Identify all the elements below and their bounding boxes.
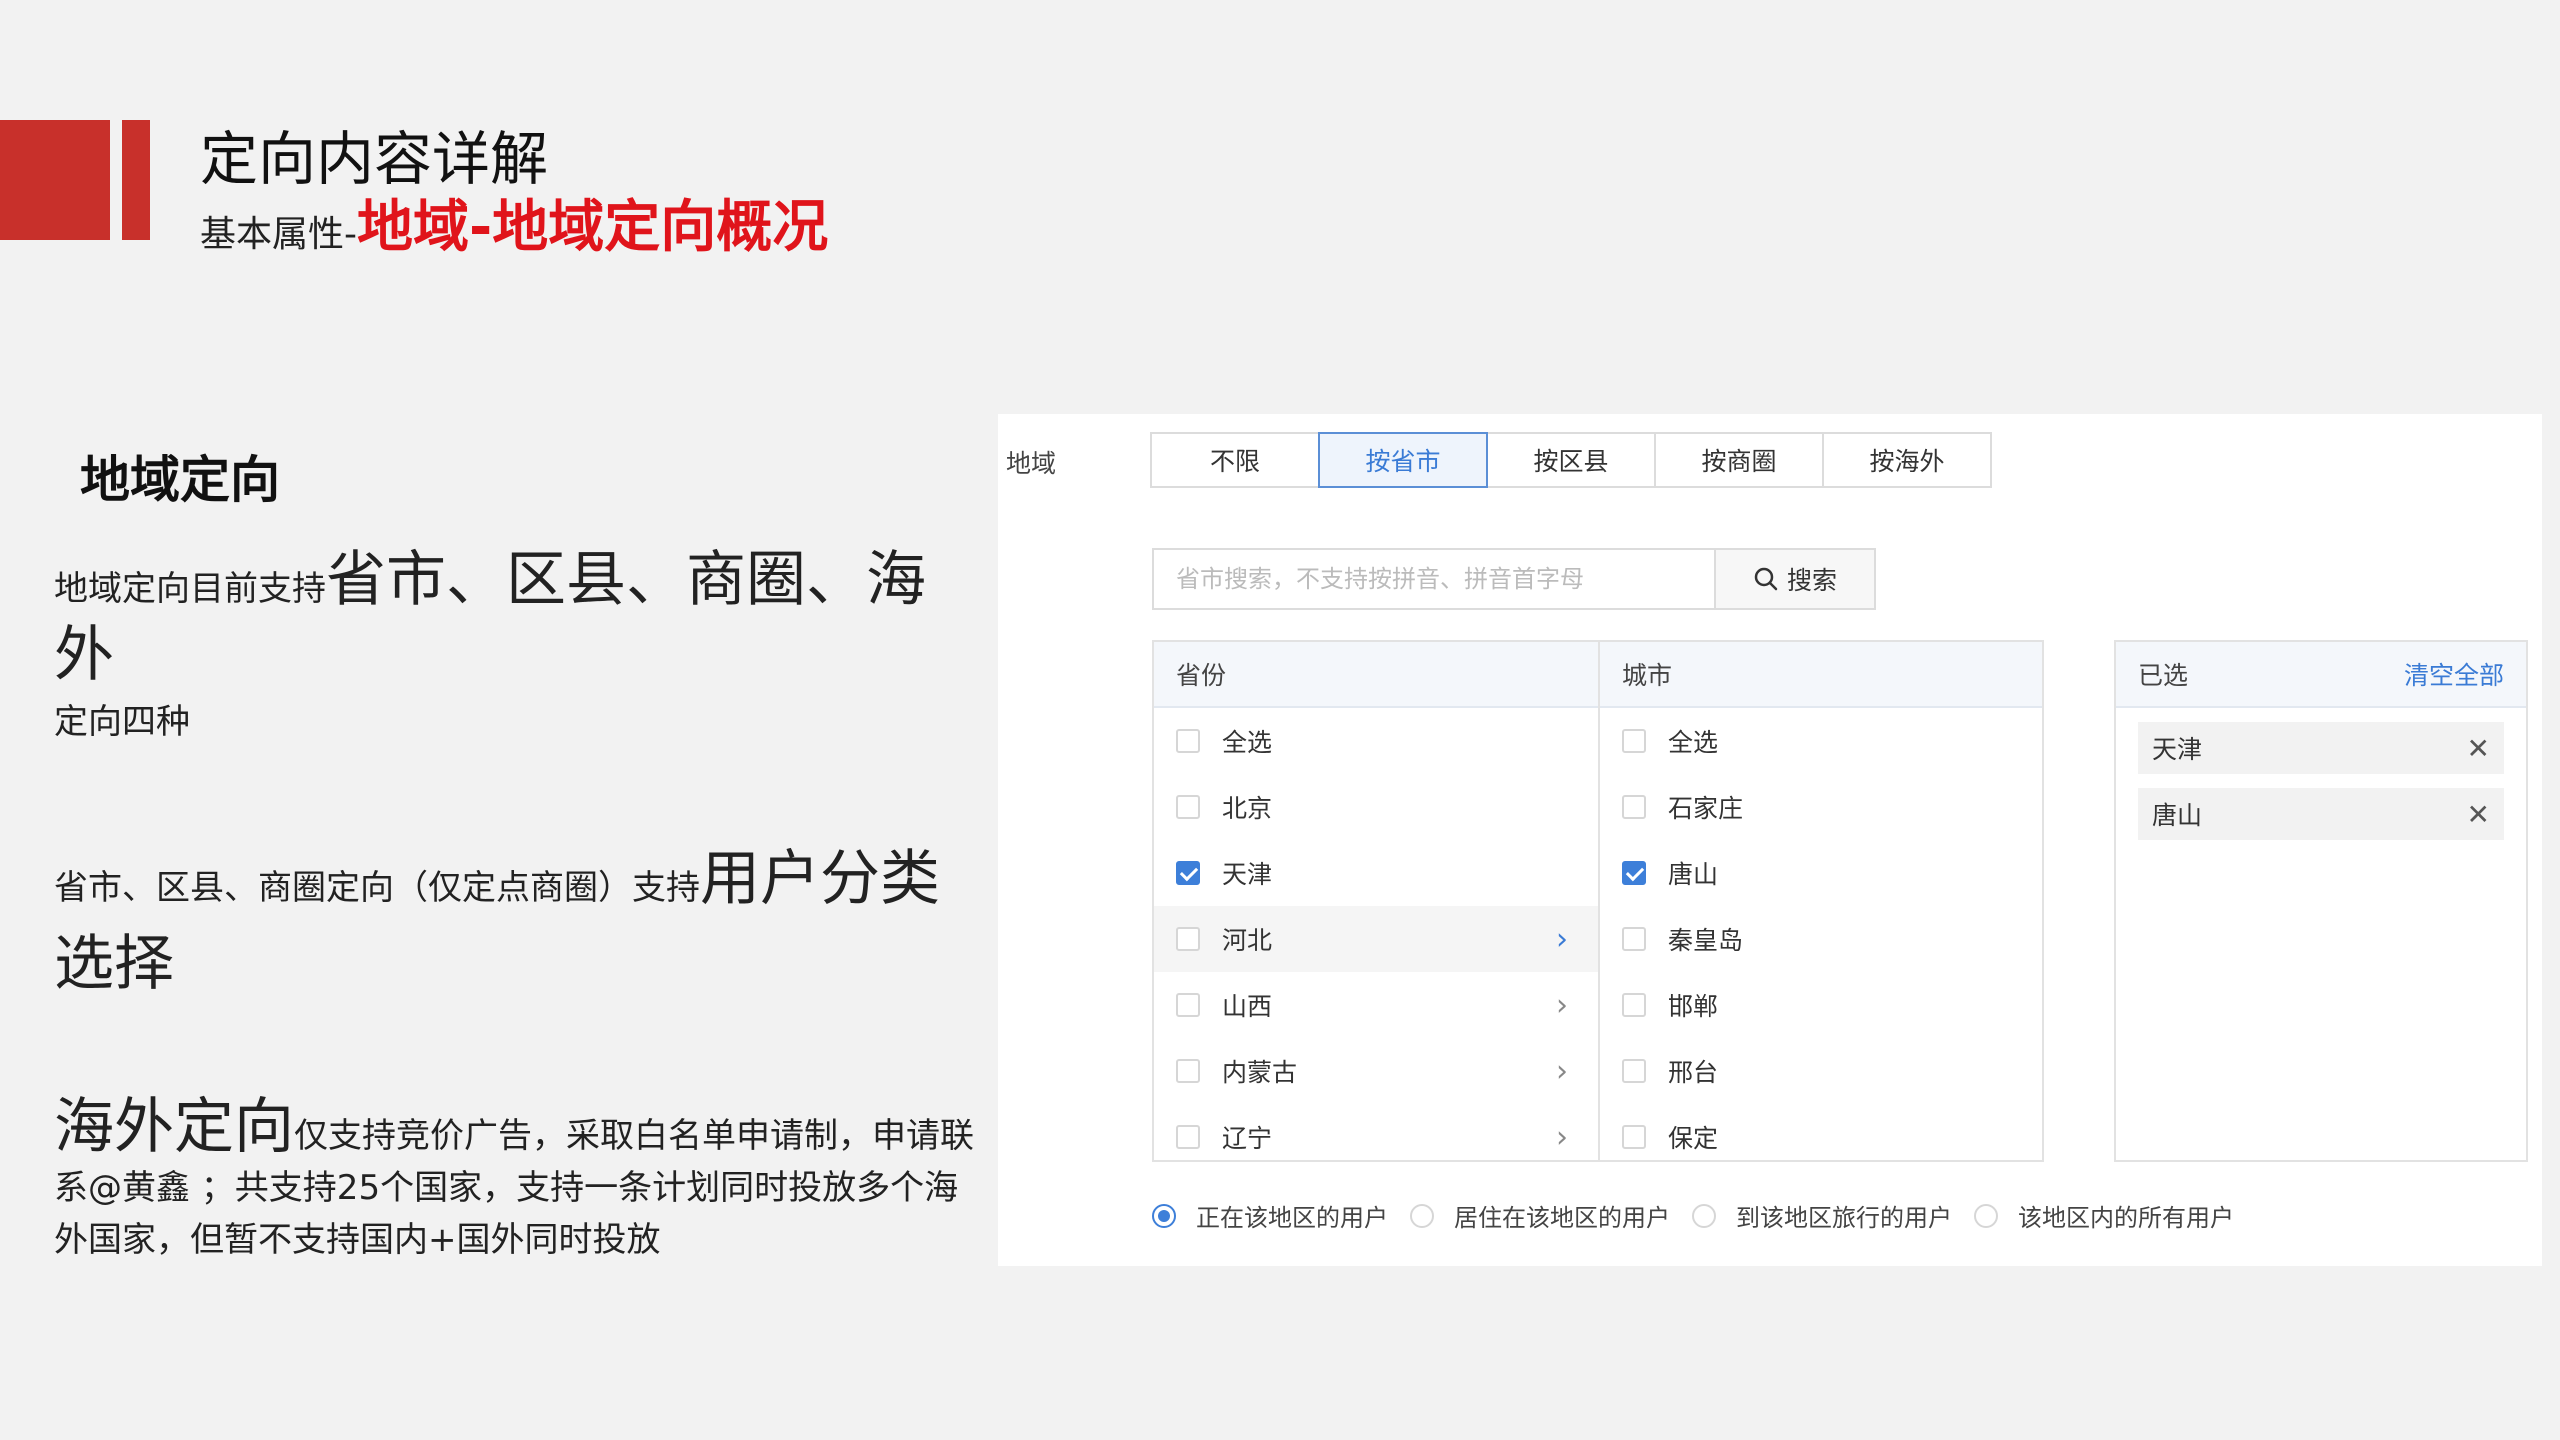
city-row[interactable]: 邯郸 bbox=[1600, 972, 2042, 1038]
province-row[interactable]: 北京 bbox=[1154, 774, 1598, 840]
tab-unlimited[interactable]: 不限 bbox=[1150, 432, 1320, 488]
tab-by-province-city[interactable]: 按省市 bbox=[1318, 432, 1488, 488]
checkbox[interactable] bbox=[1176, 795, 1200, 819]
radio-dot[interactable] bbox=[1974, 1203, 1998, 1228]
radio-living-in-area[interactable]: 居住在该地区的用户 bbox=[1410, 1198, 1670, 1233]
checkbox[interactable] bbox=[1622, 795, 1646, 819]
radio-dot[interactable] bbox=[1410, 1203, 1434, 1228]
subtitle-prefix: 基本属性- bbox=[200, 214, 357, 255]
tab-by-district[interactable]: 按区县 bbox=[1486, 432, 1656, 488]
checkbox-checked[interactable] bbox=[1622, 861, 1646, 885]
checkbox[interactable] bbox=[1176, 1059, 1200, 1083]
province-row[interactable]: 辽宁 › bbox=[1154, 1104, 1598, 1170]
p3-large-text: 海外定向 bbox=[54, 1092, 294, 1162]
header-red-block bbox=[0, 120, 110, 240]
checkbox[interactable] bbox=[1622, 1059, 1646, 1083]
header-red-bar bbox=[122, 120, 150, 240]
checkbox[interactable] bbox=[1176, 729, 1200, 753]
clear-all-link[interactable]: 清空全部 bbox=[2404, 656, 2504, 692]
search-icon bbox=[1754, 567, 1778, 591]
checkbox[interactable] bbox=[1176, 927, 1200, 951]
province-row[interactable]: 山西 › bbox=[1154, 972, 1598, 1038]
city-row[interactable]: 秦皇岛 bbox=[1600, 906, 2042, 972]
region-label: 地域 bbox=[1006, 449, 1057, 478]
search-button-label: 搜索 bbox=[1786, 566, 1837, 595]
page-subtitle: 基本属性-地域-地域定向概况 bbox=[200, 182, 828, 263]
city-row[interactable]: 保定 bbox=[1600, 1104, 2042, 1170]
selected-list: 已选 清空全部 天津 ✕ 唐山 ✕ bbox=[2114, 640, 2528, 1162]
checkbox[interactable] bbox=[1622, 993, 1646, 1017]
tab-by-overseas[interactable]: 按海外 bbox=[1822, 432, 1992, 488]
city-row[interactable]: 石家庄 bbox=[1600, 774, 2042, 840]
p1-large-text: 省市、区县、商圈、海外 bbox=[54, 545, 926, 690]
checkbox[interactable] bbox=[1622, 927, 1646, 951]
description-column: 地域定向 地域定向目前支持省市、区县、商圈、海外 定向四种 省市、区县、商圈定向… bbox=[54, 440, 984, 1269]
paragraph-overseas: 海外定向仅支持竞价广告，采取白名单申请制，申请联系@黄鑫 ；共支持25个国家，支… bbox=[54, 1097, 984, 1269]
city-row[interactable]: 全选 bbox=[1600, 708, 2042, 774]
radio-dot[interactable] bbox=[1152, 1203, 1176, 1228]
checkbox[interactable] bbox=[1622, 1125, 1646, 1149]
paragraph-scope: 地域定向目前支持省市、区县、商圈、海外 定向四种 bbox=[54, 550, 984, 744]
paragraph-user-category: 省市、区县、商圈定向（仅定点商圈）支持用户分类选择 bbox=[54, 844, 984, 1014]
selected-chip: 天津 ✕ bbox=[2138, 722, 2504, 774]
subtitle-highlight: 地域-地域定向概况 bbox=[357, 195, 829, 260]
province-header: 省份 bbox=[1154, 642, 1598, 708]
checkbox[interactable] bbox=[1176, 993, 1200, 1017]
province-list: 省份 全选 北京 天津 河北 › 山西 › 内蒙古 › 辽宁 › bbox=[1152, 640, 1600, 1162]
chevron-right-icon[interactable]: › bbox=[1556, 988, 1568, 1023]
city-row[interactable]: 唐山 bbox=[1600, 840, 2042, 906]
search-button[interactable]: 搜索 bbox=[1714, 548, 1876, 610]
checkbox-checked[interactable] bbox=[1176, 861, 1200, 885]
city-list: 城市 全选 石家庄 唐山 秦皇岛 邯郸 邢台 保定 bbox=[1598, 640, 2044, 1162]
province-row[interactable]: 内蒙古 › bbox=[1154, 1038, 1598, 1104]
p1-small-text: 地域定向目前支持 bbox=[54, 569, 326, 609]
chevron-right-icon[interactable]: › bbox=[1556, 1054, 1568, 1089]
p1-tail-text: 定向四种 bbox=[54, 702, 190, 742]
province-row[interactable]: 全选 bbox=[1154, 708, 1598, 774]
radio-dot[interactable] bbox=[1692, 1203, 1716, 1228]
checkbox[interactable] bbox=[1622, 729, 1646, 753]
radio-all-users-in-area[interactable]: 该地区内的所有用户 bbox=[1974, 1198, 2234, 1233]
tab-by-business-area[interactable]: 按商圈 bbox=[1654, 432, 1824, 488]
chevron-right-icon[interactable]: › bbox=[1556, 1120, 1568, 1155]
close-icon[interactable]: ✕ bbox=[2467, 798, 2490, 831]
p2-small-text: 省市、区县、商圈定向（仅定点商圈）支持 bbox=[54, 868, 700, 908]
city-header: 城市 bbox=[1600, 642, 2042, 708]
region-targeting-panel: 地域 不限 按省市 按区县 按商圈 按海外 省市搜索，不支持按拼音、拼音首字母 … bbox=[998, 414, 2542, 1266]
radio-traveling-to-area[interactable]: 到该地区旅行的用户 bbox=[1692, 1198, 1952, 1233]
radio-currently-in-area[interactable]: 正在该地区的用户 bbox=[1152, 1198, 1388, 1233]
user-category-radios: 正在该地区的用户 居住在该地区的用户 到该地区旅行的用户 该地区内的所有用户 bbox=[1152, 1198, 2256, 1233]
city-row[interactable]: 邢台 bbox=[1600, 1038, 2042, 1104]
close-icon[interactable]: ✕ bbox=[2467, 732, 2490, 765]
section-heading: 地域定向 bbox=[80, 451, 280, 509]
province-row[interactable]: 天津 bbox=[1154, 840, 1598, 906]
chevron-right-icon[interactable]: › bbox=[1556, 922, 1568, 957]
search-input[interactable]: 省市搜索，不支持按拼音、拼音首字母 bbox=[1152, 548, 1716, 610]
checkbox[interactable] bbox=[1176, 1125, 1200, 1149]
region-tabs: 不限 按省市 按区县 按商圈 按海外 bbox=[1150, 432, 1992, 488]
selected-header: 已选 清空全部 bbox=[2116, 642, 2526, 708]
province-row[interactable]: 河北 › bbox=[1154, 906, 1598, 972]
selected-chip: 唐山 ✕ bbox=[2138, 788, 2504, 840]
